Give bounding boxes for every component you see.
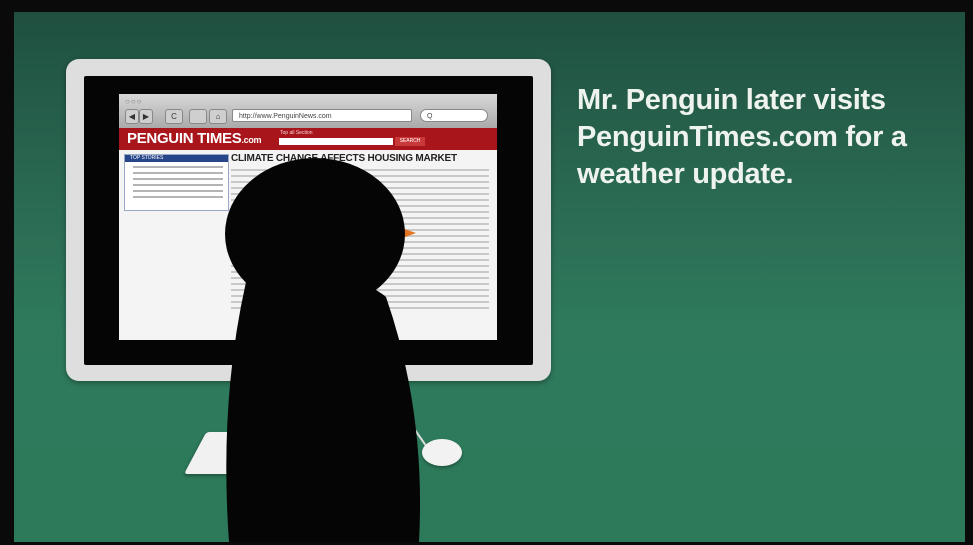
image-frame: Mr. Penguin later visits PenguinTimes.co…: [0, 0, 973, 545]
penguin-body: [226, 274, 421, 542]
scene: Mr. Penguin later visits PenguinTimes.co…: [14, 12, 965, 542]
penguin-figure: [225, 158, 421, 542]
